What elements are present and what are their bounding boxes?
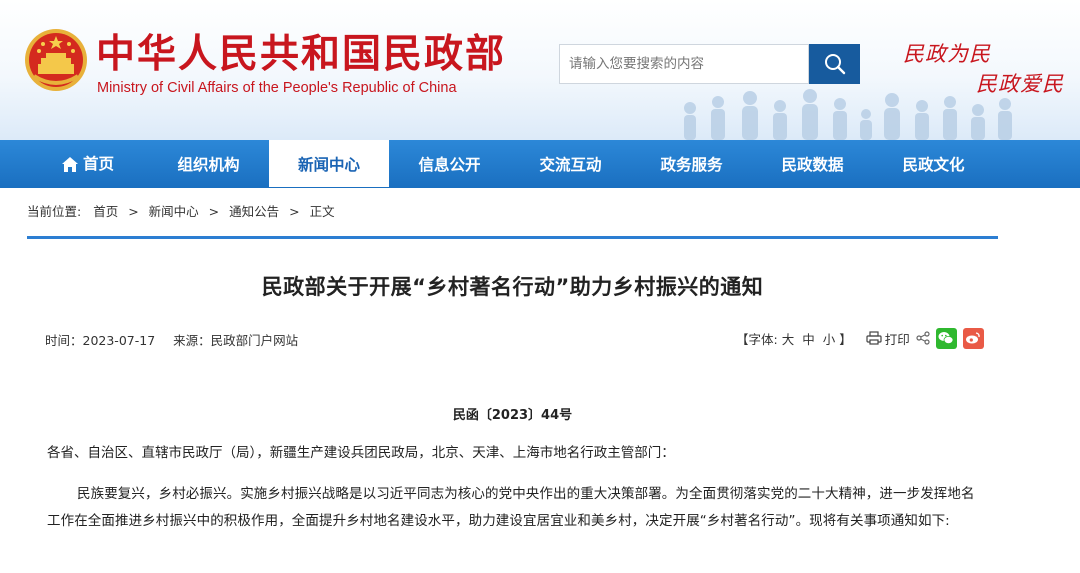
font-size-label: 【字体: (736, 331, 778, 347)
search-button[interactable] (809, 44, 860, 84)
slogan-line-1: 民政为民 (903, 42, 991, 66)
publish-time: 时间：2023-07-17 (45, 333, 156, 348)
body-paragraph: 民族要复兴，乡村必振兴。实施乡村振兴战略是以习近平同志为核心的党中央作出的重大决… (47, 486, 975, 529)
share-icon[interactable] (916, 331, 930, 345)
breadcrumb-prefix: 当前位置: (27, 204, 82, 219)
printer-icon (866, 331, 882, 345)
breadcrumb-item-home[interactable]: 首页 (93, 201, 118, 220)
content-top-border (27, 236, 998, 239)
nav-item-info-disclosure[interactable]: 信息公开 (389, 140, 510, 188)
article-title: 民政部关于开展“乡村著名行动”助力乡村振兴的通知 (261, 275, 764, 299)
weibo-icon[interactable] (962, 327, 984, 349)
nav-item-data[interactable]: 民政数据 (752, 140, 873, 188)
nav-item-gov-services[interactable]: 政务服务 (631, 140, 752, 188)
font-size-large[interactable]: 大 (782, 329, 795, 348)
nav-item-culture[interactable]: 民政文化 (873, 140, 994, 188)
home-icon (61, 156, 78, 172)
nav-item-organization[interactable]: 组织机构 (148, 140, 269, 188)
breadcrumb-separator: > (128, 204, 139, 219)
article-source: 来源：民政部门户网站 (173, 333, 299, 348)
breadcrumb-item-current: 正文 (309, 204, 335, 219)
national-emblem-icon[interactable] (24, 28, 88, 92)
article-tools: 【字体: 大 中 小 】 打印 (736, 327, 984, 349)
search-icon (824, 54, 845, 75)
breadcrumb: 当前位置: 首页 > 新闻中心 > 通知公告 > 正文 (27, 201, 335, 220)
site-subtitle: Ministry of Civil Affairs of the People'… (97, 80, 457, 96)
font-size-medium[interactable]: 中 (802, 329, 815, 348)
breadcrumb-item-news[interactable]: 新闻中心 (149, 201, 199, 220)
people-silhouette-decoration (684, 89, 1012, 140)
nav-item-interaction[interactable]: 交流互动 (510, 140, 631, 188)
print-label: 打印 (884, 331, 910, 347)
search-input[interactable] (559, 44, 809, 84)
nav-item-home[interactable]: 首页 (27, 140, 148, 188)
document-number: 民函〔2023〕44号 (452, 408, 573, 423)
breadcrumb-item-notices[interactable]: 通知公告 (229, 201, 279, 220)
nav-item-news-center[interactable]: 新闻中心 (269, 140, 389, 187)
font-size-small[interactable]: 小 (823, 329, 836, 348)
site-title[interactable]: 中华人民共和国民政部 (96, 32, 506, 78)
font-size-close: 】 (839, 331, 852, 347)
addressee-paragraph: 各省、自治区、直辖市民政厅（局），新疆生产建设兵团民政局，北京、天津、上海市地名… (47, 445, 675, 461)
article-meta: 时间：2023-07-17 来源：民政部门户网站 (45, 330, 312, 349)
breadcrumb-separator: > (289, 204, 300, 219)
print-button[interactable]: 打印 (866, 329, 910, 348)
wechat-icon[interactable] (935, 327, 957, 349)
site-header: 中华人民共和国民政部 Ministry of Civil Affairs of … (0, 0, 1080, 140)
nav-item-label: 首页 (82, 155, 114, 173)
breadcrumb-separator: > (208, 204, 220, 219)
